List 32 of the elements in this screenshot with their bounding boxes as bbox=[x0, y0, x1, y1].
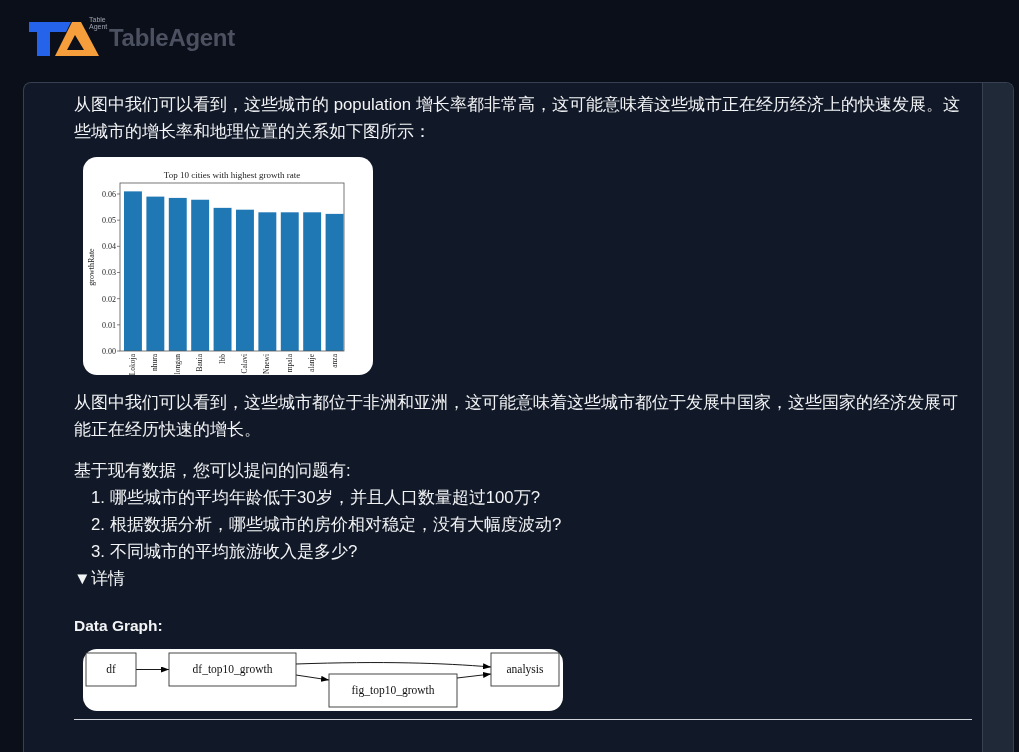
brand-name: TableAgent bbox=[109, 24, 235, 52]
suggested-question: 不同城市的平均旅游收入是多少? bbox=[110, 541, 358, 563]
list-number: 1. bbox=[91, 487, 105, 509]
questions-intro: 基于现有数据，您可以提问的问题有: bbox=[74, 460, 352, 482]
details-toggle[interactable]: ▼详情 bbox=[74, 565, 125, 592]
message-paragraph: 从图中我们可以看到，这些城市的 population 增长率都非常高，这可能意味着这些城市正在经历经济上的快速发展。这些城市的增长率和地理位置的关系如下图所示： bbox=[74, 94, 961, 143]
suggested-question: 哪些城市的平均年龄低于30岁，并且人口数量超过100万? bbox=[110, 487, 540, 509]
suggested-question: 根据数据分析，哪些城市的房价相对稳定，没有大幅度波动? bbox=[110, 514, 562, 536]
y-tick: 0.00 bbox=[102, 347, 121, 356]
chart-title: Top 10 cities with highest growth rate bbox=[163, 170, 301, 180]
graph-node: df_top10_growth bbox=[168, 652, 297, 687]
y-tick-label: 0.00 bbox=[102, 347, 116, 356]
y-tick-label: 0.01 bbox=[102, 320, 116, 330]
graph-node: df bbox=[85, 652, 137, 687]
message-paragraph: 从图中我们可以看到，这些城市都位于非洲和亚洲，这可能意味着这些城市都位于发展中国家，这些国家的经济发展可能正在经历快速的增长。 bbox=[74, 392, 959, 441]
y-tick: 0.05 bbox=[102, 216, 121, 226]
graph-node: fig_top10_growth bbox=[328, 673, 458, 708]
y-tick: 0.03 bbox=[102, 268, 121, 278]
y-tick: 0.01 bbox=[102, 320, 121, 330]
y-tick: 0.02 bbox=[102, 294, 121, 304]
y-tick: 0.04 bbox=[102, 242, 121, 252]
y-tick-label: 0.05 bbox=[102, 216, 116, 226]
list-number: 2. bbox=[91, 514, 105, 536]
y-axis-label: growthRate bbox=[87, 248, 96, 286]
y-tick-label: 0.02 bbox=[102, 294, 116, 304]
y-tick-label: 0.03 bbox=[102, 268, 116, 278]
graph-node: analysis bbox=[490, 652, 560, 687]
list-number: 3. bbox=[91, 541, 105, 563]
graph-heading: Data Graph: bbox=[74, 616, 164, 636]
y-tick-label: 0.04 bbox=[102, 242, 116, 252]
y-tick: 0.06 bbox=[102, 190, 121, 199]
y-tick-label: 0.06 bbox=[102, 189, 116, 199]
